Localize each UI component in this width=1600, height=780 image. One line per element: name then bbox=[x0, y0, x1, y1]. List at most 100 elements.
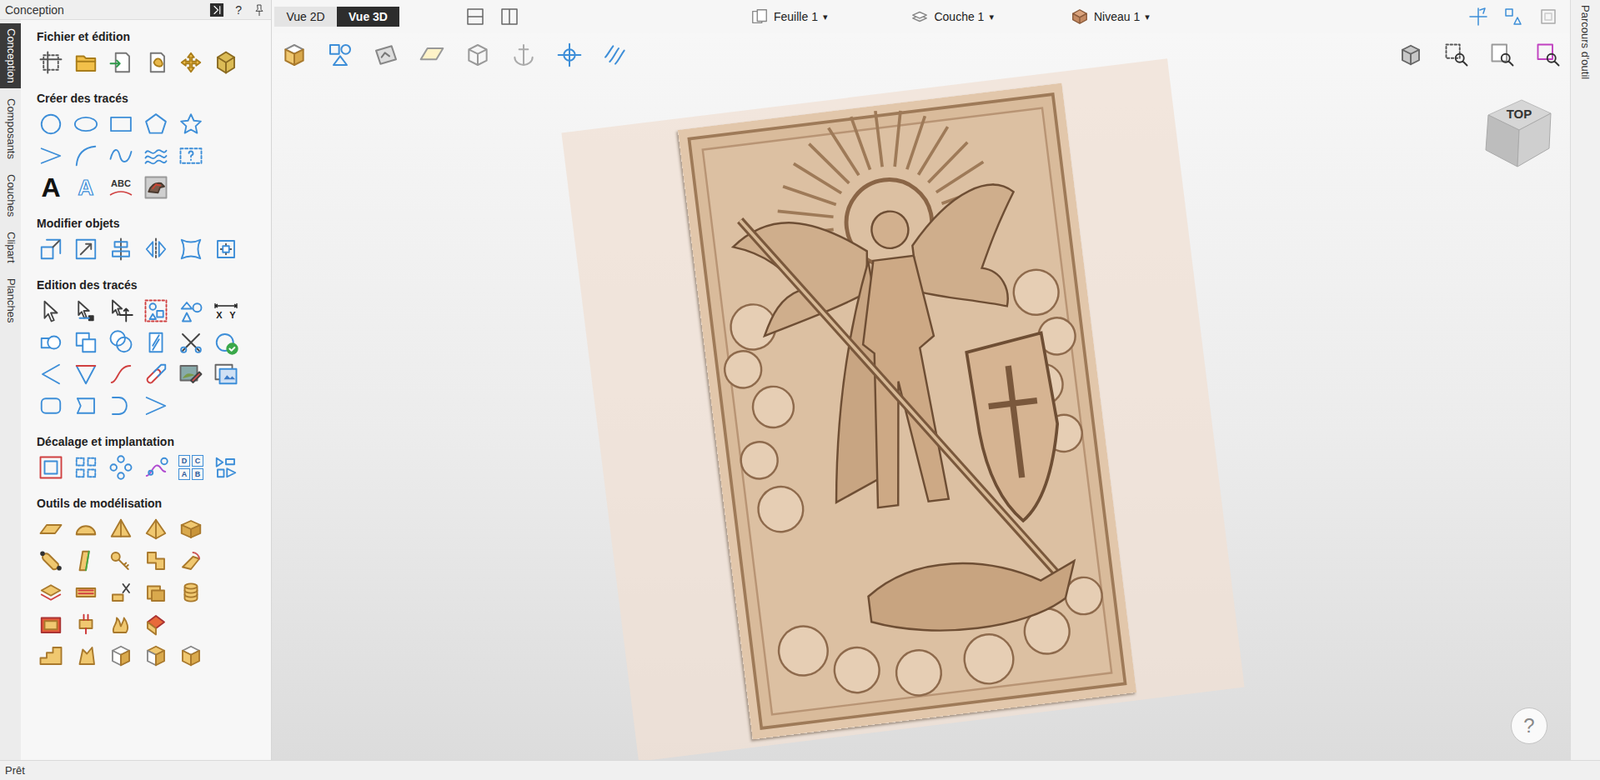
tool-button[interactable] bbox=[68, 326, 104, 359]
tool-button[interactable] bbox=[103, 576, 139, 609]
tool-button[interactable] bbox=[33, 513, 69, 546]
tool-button[interactable] bbox=[208, 233, 244, 266]
tool-button[interactable] bbox=[68, 46, 104, 79]
tool-button[interactable] bbox=[68, 640, 104, 673]
tool-button[interactable] bbox=[173, 576, 209, 609]
tool-button[interactable] bbox=[208, 358, 244, 391]
zoom-tool-button[interactable] bbox=[1534, 40, 1563, 70]
side-tab[interactable]: Composants bbox=[0, 93, 21, 165]
tool-button[interactable] bbox=[68, 233, 104, 266]
tool-button[interactable] bbox=[138, 233, 174, 266]
tool-button[interactable] bbox=[33, 46, 69, 79]
zoom-tool-button[interactable] bbox=[1488, 40, 1517, 70]
tool-button[interactable] bbox=[68, 513, 104, 546]
tool-button[interactable]: A bbox=[33, 171, 69, 204]
tool-button[interactable] bbox=[173, 295, 209, 327]
zoom-tool-button[interactable] bbox=[1396, 40, 1425, 70]
top-tool-button[interactable] bbox=[1468, 6, 1489, 27]
tool-button[interactable] bbox=[173, 513, 209, 546]
tool-button[interactable] bbox=[103, 233, 139, 266]
tool-button[interactable] bbox=[33, 358, 69, 391]
tool-button[interactable] bbox=[103, 326, 139, 359]
tool-button[interactable] bbox=[33, 326, 69, 359]
dropdown[interactable]: Couche 1▾ bbox=[910, 7, 994, 26]
tool-button[interactable] bbox=[68, 295, 104, 327]
tool-button[interactable]: XY bbox=[208, 295, 244, 327]
zoom-tool-button[interactable] bbox=[1442, 40, 1471, 70]
tool-button[interactable]: A bbox=[68, 171, 104, 204]
tool-button[interactable] bbox=[173, 326, 209, 359]
tool-button[interactable] bbox=[68, 140, 104, 172]
split-view-button[interactable] bbox=[499, 6, 520, 27]
viewport-3d[interactable]: TOP? bbox=[271, 33, 1570, 761]
tool-button[interactable] bbox=[103, 640, 139, 673]
tool-button[interactable] bbox=[138, 640, 174, 673]
tool-button[interactable]: ABC bbox=[103, 171, 139, 204]
side-tab[interactable]: Clipart bbox=[0, 226, 21, 269]
top-tool-button[interactable] bbox=[1538, 6, 1559, 27]
relief-panel[interactable] bbox=[677, 82, 1137, 740]
tool-button[interactable] bbox=[138, 358, 174, 391]
tool-button[interactable] bbox=[68, 576, 104, 609]
view-tool-button[interactable] bbox=[463, 40, 492, 70]
tool-button[interactable] bbox=[33, 576, 69, 609]
tool-button[interactable] bbox=[208, 46, 244, 79]
tool-button[interactable] bbox=[33, 451, 69, 484]
tool-button[interactable] bbox=[33, 545, 69, 577]
view-tool-button[interactable] bbox=[509, 40, 538, 70]
tool-button[interactable] bbox=[138, 46, 174, 79]
tool-button[interactable] bbox=[138, 295, 174, 327]
tool-button[interactable] bbox=[103, 108, 139, 141]
tool-button[interactable] bbox=[68, 545, 104, 577]
tool-button[interactable] bbox=[173, 358, 209, 391]
tool-button[interactable] bbox=[138, 513, 174, 546]
tool-button[interactable] bbox=[103, 358, 139, 391]
panel-help-button[interactable]: ? bbox=[232, 3, 245, 17]
tool-button[interactable] bbox=[33, 390, 69, 422]
tool-button[interactable] bbox=[208, 326, 244, 359]
tool-button[interactable] bbox=[103, 295, 139, 327]
view-tool-button[interactable] bbox=[371, 40, 401, 70]
tool-button[interactable] bbox=[138, 171, 174, 204]
tool-button[interactable] bbox=[103, 390, 139, 422]
single-view-button[interactable] bbox=[465, 6, 486, 27]
view-tab[interactable]: Vue 3D bbox=[336, 6, 400, 27]
toolpath-tab[interactable]: Parcours d'outil bbox=[1575, 0, 1595, 85]
tool-button[interactable] bbox=[103, 451, 139, 484]
tool-button[interactable] bbox=[103, 513, 139, 546]
view-tool-button[interactable] bbox=[280, 40, 309, 70]
tool-button[interactable] bbox=[173, 233, 209, 266]
tool-button[interactable] bbox=[173, 46, 209, 79]
side-tab[interactable]: Planches bbox=[0, 273, 21, 328]
tool-button[interactable] bbox=[68, 608, 104, 641]
tool-button[interactable] bbox=[173, 545, 209, 577]
view-tab[interactable]: Vue 2D bbox=[274, 6, 337, 27]
view-tool-button[interactable] bbox=[555, 40, 584, 70]
tool-button[interactable] bbox=[138, 140, 174, 172]
view-cube[interactable]: TOP bbox=[1475, 90, 1560, 174]
tool-button[interactable] bbox=[138, 326, 174, 359]
view-tool-button[interactable] bbox=[326, 40, 355, 70]
top-tool-button[interactable] bbox=[1503, 6, 1524, 27]
side-tab[interactable]: Conception bbox=[0, 23, 21, 89]
tool-button[interactable] bbox=[103, 608, 139, 641]
tool-button[interactable] bbox=[173, 108, 209, 141]
view-tool-button[interactable] bbox=[601, 40, 630, 70]
help-button[interactable]: ? bbox=[1510, 707, 1548, 745]
tool-button[interactable] bbox=[138, 108, 174, 141]
side-tab[interactable]: Couches bbox=[0, 169, 21, 222]
tool-button[interactable] bbox=[103, 545, 139, 577]
tool-button[interactable] bbox=[33, 295, 69, 327]
dropdown[interactable]: Feuille 1▾ bbox=[750, 7, 828, 26]
tool-button[interactable] bbox=[68, 108, 104, 141]
tool-button[interactable] bbox=[68, 390, 104, 422]
tool-button[interactable] bbox=[138, 608, 174, 641]
tool-button[interactable]: DCAB bbox=[173, 451, 209, 484]
tool-button[interactable] bbox=[68, 358, 104, 391]
tool-button[interactable] bbox=[103, 140, 139, 172]
view-tool-button[interactable] bbox=[417, 40, 447, 70]
tool-button[interactable] bbox=[173, 640, 209, 673]
tool-button[interactable] bbox=[33, 108, 69, 141]
tool-button[interactable] bbox=[138, 390, 174, 422]
tool-button[interactable] bbox=[103, 46, 139, 79]
